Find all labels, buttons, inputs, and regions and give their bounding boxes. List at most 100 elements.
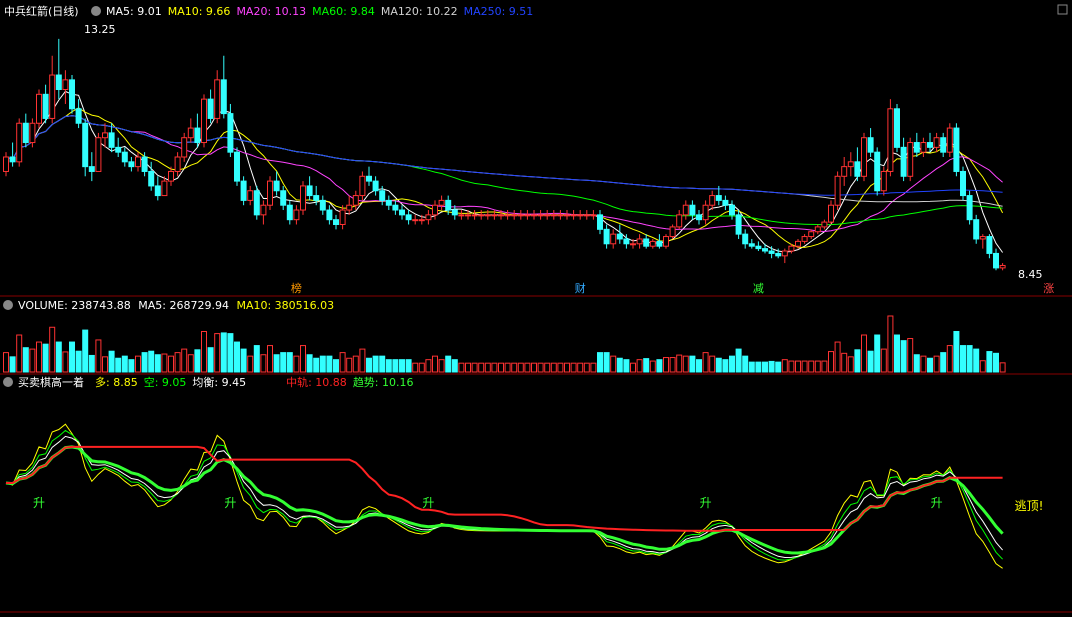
stock-chart[interactable]: 榜 财 减 涨升 升 升 升 升 逃顶! 中兵红箭(日线) MA5: 9.01 MA10: 9.6… — [0, 0, 1072, 617]
candle[interactable] — [300, 181, 306, 215]
volume-bar[interactable] — [636, 359, 643, 373]
volume-bar[interactable] — [887, 315, 894, 373]
volume-bar[interactable] — [735, 348, 742, 373]
candle[interactable] — [366, 166, 372, 186]
candle[interactable] — [907, 137, 914, 182]
candle[interactable] — [181, 132, 188, 162]
candle[interactable] — [999, 263, 1006, 271]
candle[interactable] — [524, 210, 531, 220]
candle[interactable] — [986, 234, 993, 259]
volume-bar[interactable] — [781, 359, 788, 373]
volume-bar[interactable] — [537, 362, 544, 373]
candle[interactable] — [544, 210, 551, 220]
volume-bar[interactable] — [623, 359, 630, 373]
candle[interactable] — [894, 103, 900, 153]
candle[interactable] — [663, 234, 669, 249]
volume-bar[interactable] — [458, 362, 465, 373]
candle[interactable] — [478, 210, 485, 220]
candle[interactable] — [201, 94, 207, 148]
candle[interactable] — [979, 234, 986, 249]
volume-bar[interactable] — [894, 334, 900, 373]
volume-bar[interactable] — [16, 334, 23, 373]
candle[interactable] — [220, 55, 227, 119]
volume-bar[interactable] — [280, 352, 287, 373]
volume-bar[interactable] — [517, 362, 524, 373]
candle[interactable] — [669, 224, 676, 239]
volume-bar[interactable] — [9, 356, 16, 373]
candle[interactable] — [755, 241, 762, 252]
volume-bar[interactable] — [247, 355, 254, 373]
volume-bar[interactable] — [702, 352, 709, 373]
volume-bar[interactable] — [286, 352, 293, 373]
volume-bar[interactable] — [854, 349, 861, 373]
volume-bar[interactable] — [491, 362, 498, 373]
candle[interactable] — [610, 229, 617, 249]
volume-bar[interactable] — [669, 357, 676, 373]
volume-bar[interactable] — [207, 347, 214, 373]
volume-bar[interactable] — [966, 345, 973, 373]
event-tag[interactable]: 榜 — [289, 281, 304, 295]
volume-bar[interactable] — [161, 353, 168, 373]
candle[interactable] — [814, 224, 821, 235]
candle[interactable] — [643, 234, 650, 249]
candle[interactable] — [392, 200, 399, 215]
volume-bar[interactable] — [240, 348, 247, 373]
volume-bar[interactable] — [933, 355, 940, 373]
volume-bar[interactable] — [432, 355, 438, 373]
volume-bar[interactable] — [49, 326, 56, 373]
candle[interactable] — [260, 200, 267, 225]
candle[interactable] — [656, 234, 663, 249]
volume-bar[interactable] — [405, 359, 412, 373]
volume-bar[interactable] — [339, 352, 346, 373]
volume-bar[interactable] — [557, 362, 564, 373]
candle[interactable] — [537, 210, 544, 220]
candle[interactable] — [3, 152, 9, 177]
candle[interactable] — [874, 147, 881, 196]
volume-bar[interactable] — [821, 360, 828, 373]
volume-bar[interactable] — [29, 348, 36, 373]
volume-bar[interactable] — [656, 359, 663, 373]
volume-bar[interactable] — [372, 355, 379, 373]
volume-bar[interactable] — [300, 345, 306, 373]
candle[interactable] — [960, 166, 966, 201]
candle[interactable] — [583, 210, 590, 220]
candle[interactable] — [847, 152, 854, 177]
candle[interactable] — [491, 210, 498, 220]
volume-bar[interactable] — [564, 362, 570, 373]
volume-bar[interactable] — [69, 341, 75, 373]
volume-bar[interactable] — [993, 352, 999, 373]
candle[interactable] — [36, 89, 42, 129]
volume-bar[interactable] — [194, 349, 201, 373]
candle[interactable] — [722, 195, 729, 211]
volume-bar[interactable] — [986, 351, 993, 373]
volume-bar[interactable] — [141, 352, 148, 373]
candle[interactable] — [880, 166, 887, 196]
volume-bar[interactable] — [748, 361, 755, 373]
volume-bar[interactable] — [478, 362, 485, 373]
candle[interactable] — [484, 210, 491, 220]
candle[interactable] — [616, 224, 623, 244]
volume-bar[interactable] — [187, 354, 194, 373]
volume-bar[interactable] — [788, 360, 795, 373]
candle[interactable] — [557, 210, 564, 220]
candle[interactable] — [385, 195, 392, 211]
candle[interactable] — [42, 84, 49, 124]
candle[interactable] — [286, 200, 293, 225]
event-tag[interactable]: 财 — [573, 281, 588, 295]
candle[interactable] — [280, 185, 287, 211]
candle[interactable] — [781, 248, 788, 264]
candle[interactable] — [966, 190, 973, 225]
volume-bars[interactable] — [3, 315, 1006, 373]
volume-bar[interactable] — [834, 341, 841, 373]
candle[interactable] — [590, 210, 597, 220]
volume-bar[interactable] — [775, 361, 782, 373]
candle[interactable] — [247, 185, 254, 206]
volume-bar[interactable] — [471, 362, 478, 373]
candle[interactable] — [729, 200, 735, 220]
volume-bar[interactable] — [524, 362, 531, 373]
candle[interactable] — [564, 210, 570, 220]
candle[interactable] — [82, 118, 89, 177]
volume-bar[interactable] — [352, 355, 359, 373]
candle[interactable] — [953, 123, 960, 177]
volume-bar[interactable] — [511, 362, 518, 373]
